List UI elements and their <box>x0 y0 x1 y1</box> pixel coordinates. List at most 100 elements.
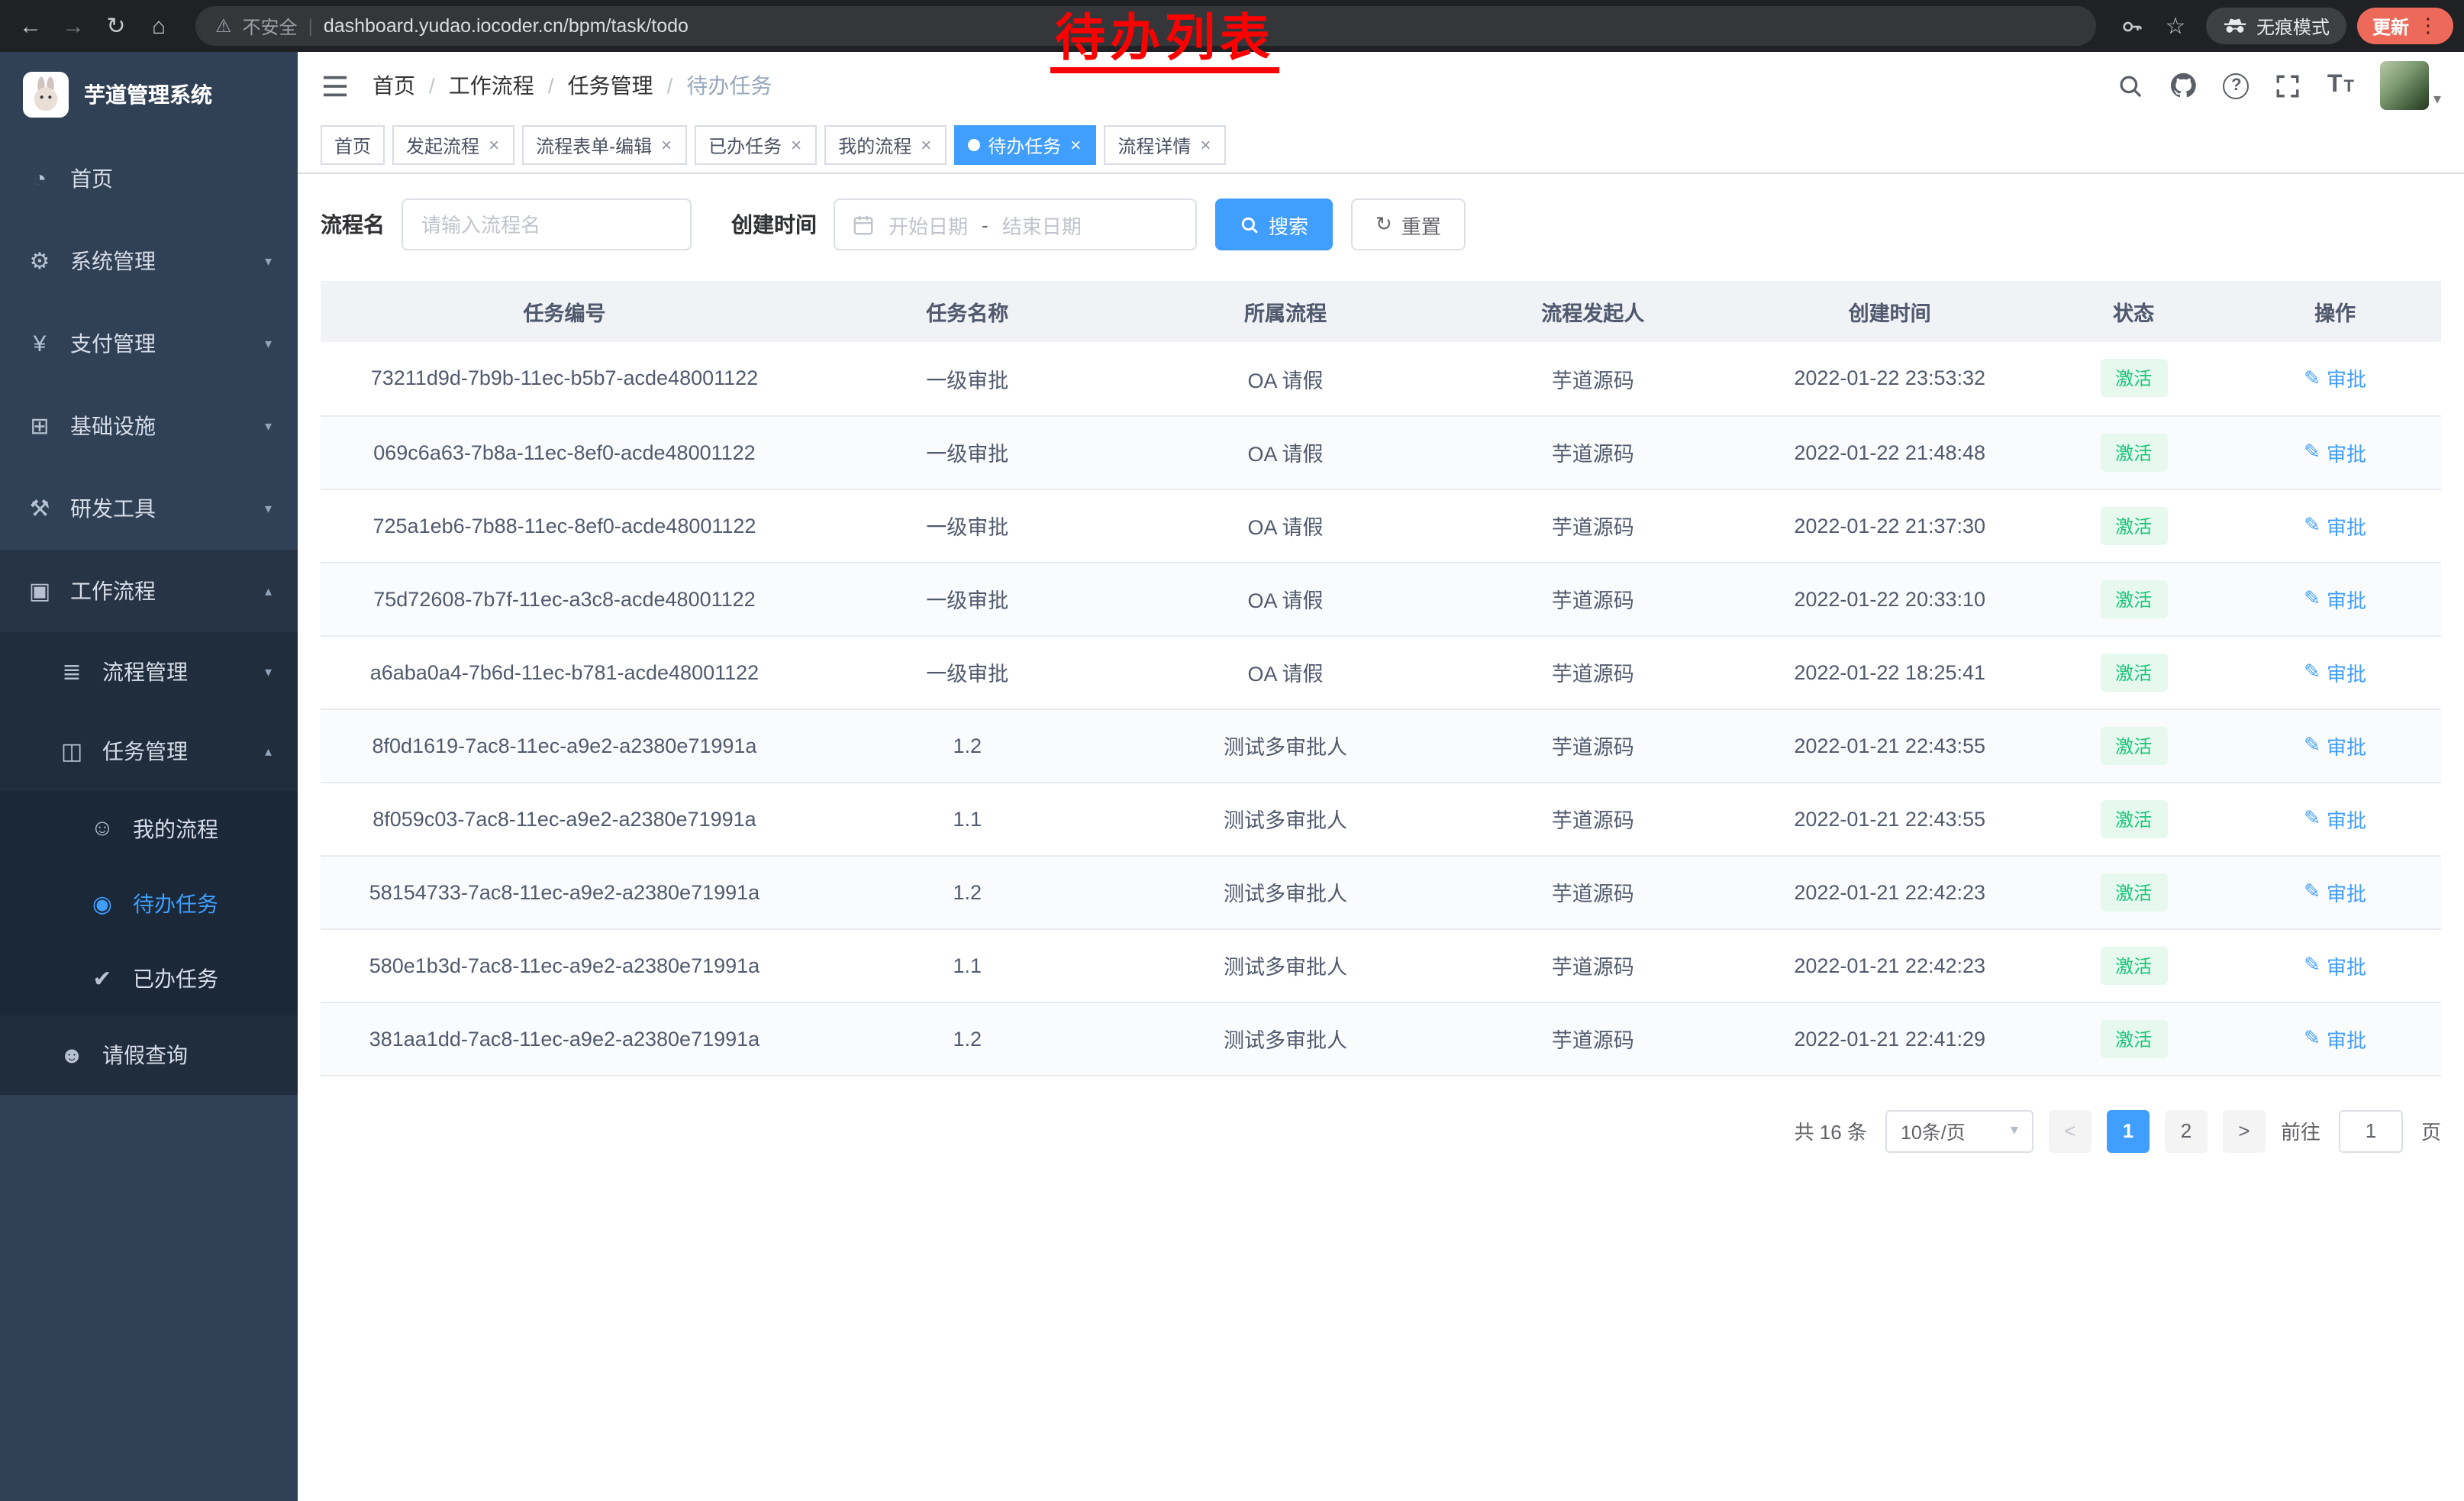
status-badge: 激活 <box>2100 653 2167 691</box>
next-page-button[interactable]: > <box>2223 1109 2266 1152</box>
user-avatar-menu[interactable]: ▾ <box>2380 61 2441 110</box>
menu-label: 已办任务 <box>133 963 218 993</box>
reset-button[interactable]: ↻ 重置 <box>1351 199 1466 250</box>
breadcrumb-task-management[interactable]: 任务管理 <box>568 70 653 101</box>
approve-link[interactable]: ✎ 审批 <box>2304 731 2366 760</box>
prev-page-button[interactable]: < <box>2049 1109 2091 1152</box>
app-logo-row[interactable]: 芋道管理系统 <box>0 52 298 137</box>
password-key-button[interactable] <box>2113 6 2153 46</box>
approve-link[interactable]: ✎ 审批 <box>2304 364 2366 393</box>
page-button-1[interactable]: 1 <box>2107 1109 2150 1152</box>
collapse-sidebar-button[interactable] <box>321 73 350 98</box>
cell-status: 激活 <box>2038 1002 2229 1075</box>
edit-icon: ✎ <box>2304 440 2320 464</box>
table-row: 069c6a63-7b8a-11ec-8ef0-acde48001122 一级审… <box>321 415 2441 489</box>
page-size-select[interactable]: 10条/页 ▾ <box>1885 1109 2033 1152</box>
github-icon[interactable] <box>2170 72 2198 99</box>
sidebar-item-workflow[interactable]: ▣ 工作流程 ▴ <box>0 550 298 632</box>
cell-action: ✎ 审批 <box>2229 489 2441 562</box>
tab-form-edit[interactable]: 流程表单-编辑 × <box>522 125 687 165</box>
sidebar-item-system[interactable]: ⚙ 系统管理 ▾ <box>0 220 298 302</box>
sidebar-item-home[interactable]: ◔ 首页 <box>0 137 298 220</box>
forward-button[interactable]: → <box>53 6 93 46</box>
update-button[interactable]: 更新 ⋮ <box>2357 8 2453 44</box>
sidebar-item-payment[interactable]: ¥ 支付管理 ▾ <box>0 302 298 385</box>
sidebar-item-my-process[interactable]: ☺ 我的流程 <box>0 791 298 866</box>
edit-icon: ✎ <box>2304 586 2320 611</box>
font-size-icon[interactable]: TT <box>2327 73 2354 98</box>
process-name-input[interactable] <box>402 199 692 250</box>
tab-my-process[interactable]: 我的流程 × <box>824 125 947 165</box>
bookmark-star-button[interactable]: ☆ <box>2156 6 2195 46</box>
sidebar-item-devtools[interactable]: ⚒ 研发工具 ▾ <box>0 467 298 550</box>
close-icon[interactable]: × <box>1069 136 1082 154</box>
menu-label: 研发工具 <box>70 493 156 524</box>
date-range-picker[interactable]: 开始日期 - 结束日期 <box>834 199 1197 250</box>
approve-link[interactable]: ✎ 审批 <box>2304 877 2366 906</box>
approve-link[interactable]: ✎ 审批 <box>2304 437 2366 466</box>
cell-starter: 芋道源码 <box>1444 489 1741 562</box>
approve-link[interactable]: ✎ 审批 <box>2304 804 2366 833</box>
cell-process: OA 请假 <box>1127 489 1445 562</box>
menu-label: 系统管理 <box>70 246 156 276</box>
breadcrumb-separator: / <box>429 73 435 98</box>
cell-status: 激活 <box>2038 709 2229 782</box>
home-button[interactable]: ⌂ <box>139 6 179 46</box>
chevron-down-icon: ▾ <box>265 335 272 352</box>
approve-link[interactable]: ✎ 审批 <box>2304 584 2366 613</box>
people-icon: ☺ <box>89 815 116 841</box>
question-mark: ? <box>2224 73 2250 98</box>
sidebar-item-leave-query[interactable]: ☻ 请假查询 <box>0 1015 298 1095</box>
col-status: 状态 <box>2038 281 2229 342</box>
search-icon[interactable] <box>2118 73 2144 98</box>
cell-created: 2022-01-21 22:41:29 <box>1741 1002 2038 1075</box>
search-button[interactable]: 搜索 <box>1215 199 1333 250</box>
edit-icon: ✎ <box>2304 880 2320 904</box>
tab-start-process[interactable]: 发起流程 × <box>392 125 514 165</box>
cell-starter: 芋道源码 <box>1444 635 1741 709</box>
tab-todo-tasks[interactable]: 待办任务 × <box>954 125 1096 165</box>
tab-done-tasks[interactable]: 已办任务 × <box>695 125 817 165</box>
approve-link[interactable]: ✎ 审批 <box>2304 1024 2366 1053</box>
close-icon[interactable]: × <box>789 136 803 154</box>
fullscreen-icon[interactable] <box>2275 73 2301 98</box>
close-icon[interactable]: × <box>1198 136 1212 154</box>
approve-link[interactable]: ✎ 审批 <box>2304 511 2366 540</box>
goto-page-input[interactable] <box>2339 1109 2403 1152</box>
app-logo <box>23 72 69 118</box>
close-icon[interactable]: × <box>919 136 933 154</box>
breadcrumb-workflow[interactable]: 工作流程 <box>449 70 534 101</box>
cell-starter: 芋道源码 <box>1444 855 1741 928</box>
warning-icon: ⚠ <box>215 15 232 37</box>
sidebar-item-todo-tasks[interactable]: ◉ 待办任务 <box>0 866 298 941</box>
tab-process-detail[interactable]: 流程详情 × <box>1104 125 1226 165</box>
back-button[interactable]: ← <box>11 6 50 46</box>
sidebar-item-infrastructure[interactable]: ⊞ 基础设施 ▾ <box>0 385 298 467</box>
tabs-bar: 首页 发起流程 × 流程表单-编辑 × 已办任务 × 我的流程 × <box>298 119 2464 174</box>
sidebar-item-done-tasks[interactable]: ✔ 已办任务 <box>0 941 298 1015</box>
page-button-2[interactable]: 2 <box>2165 1109 2208 1152</box>
approve-link[interactable]: ✎ 审批 <box>2304 657 2366 686</box>
cell-starter: 芋道源码 <box>1444 342 1741 415</box>
cell-created: 2022-01-21 22:43:55 <box>1741 709 2038 782</box>
menu-label: 任务管理 <box>102 736 188 767</box>
menu-label: 我的流程 <box>133 813 218 844</box>
approve-label: 审批 <box>2327 1024 2366 1053</box>
sidebar-item-task-management[interactable]: ◫ 任务管理 ▴ <box>0 712 298 791</box>
cell-created: 2022-01-22 21:48:48 <box>1741 415 2038 489</box>
dashboard-icon: ◔ <box>26 166 53 192</box>
cell-action: ✎ 审批 <box>2229 855 2441 928</box>
breadcrumb-home[interactable]: 首页 <box>373 70 415 101</box>
approve-label: 审批 <box>2327 951 2366 980</box>
close-icon[interactable]: × <box>660 136 673 154</box>
sidebar-item-process-management[interactable]: ≣ 流程管理 ▾ <box>0 632 298 712</box>
help-icon[interactable]: ? <box>2224 73 2250 98</box>
close-icon[interactable]: × <box>487 136 501 154</box>
annotation-overlay: 待办列表 <box>1050 11 1279 73</box>
cell-status: 激活 <box>2038 782 2229 855</box>
approve-link[interactable]: ✎ 审批 <box>2304 951 2366 980</box>
goto-unit-label: 页 <box>2421 1116 2441 1145</box>
tab-home[interactable]: 首页 <box>321 125 385 165</box>
cell-task-name: 1.2 <box>808 1002 1127 1075</box>
reload-button[interactable]: ↻ <box>96 6 136 46</box>
